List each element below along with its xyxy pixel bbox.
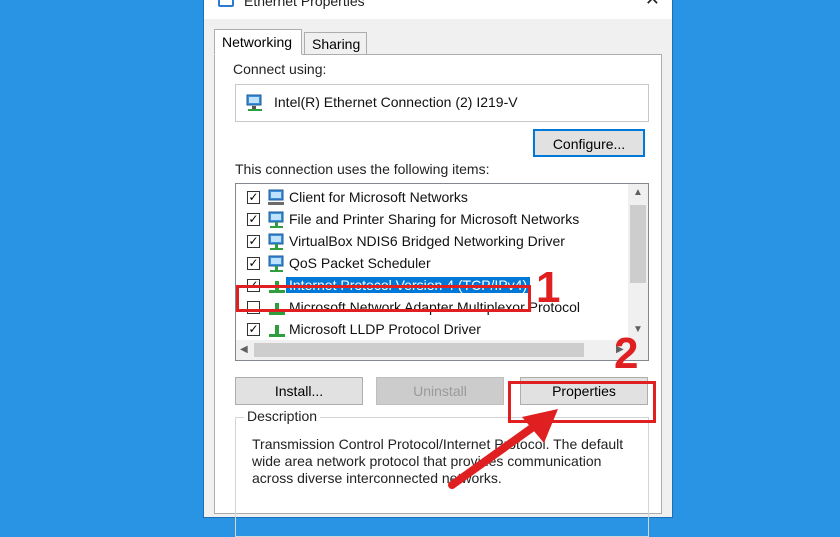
tab-sharing[interactable]: Sharing [304, 32, 367, 55]
horizontal-scrollbar[interactable]: ◀ ▶ [236, 340, 648, 360]
item-label: QoS Packet Scheduler [289, 255, 431, 271]
scroll-left-icon[interactable]: ◀ [240, 344, 248, 355]
networking-panel: Connect using: Intel(R) Ethernet Connect… [214, 54, 662, 537]
list-item[interactable]: ✓ QoS Packet Scheduler [236, 253, 628, 275]
install-button[interactable]: Install... [235, 377, 363, 405]
connect-using-label: Connect using: [233, 61, 327, 77]
item-label: Microsoft LLDP Protocol Driver [289, 321, 481, 337]
items-label: This connection uses the following items… [235, 161, 490, 177]
list-item[interactable]: ✓ VirtualBox NDIS6 Bridged Networking Dr… [236, 231, 628, 253]
tab-networking[interactable]: Networking [214, 29, 302, 55]
item-label: Client for Microsoft Networks [289, 189, 468, 205]
window-title: Ethernet Properties [244, 0, 365, 9]
list-item[interactable]: ✓ File and Printer Sharing for Microsoft… [236, 209, 628, 231]
item-checkbox[interactable]: ✓ [247, 191, 260, 204]
item-checkbox[interactable]: ✓ [247, 323, 260, 336]
network-service-icon [268, 211, 284, 228]
step-number-2: 2 [614, 329, 639, 378]
description-legend: Description [244, 408, 321, 424]
vertical-scrollbar[interactable]: ▲ ▼ [628, 184, 648, 340]
network-client-icon [268, 189, 284, 205]
network-service-icon [268, 255, 284, 272]
step-number-1: 1 [536, 263, 561, 312]
scroll-thumb[interactable] [630, 205, 646, 283]
item-checkbox[interactable]: ✓ [247, 235, 260, 248]
adapter-name: Intel(R) Ethernet Connection (2) I219-V [274, 94, 518, 110]
pointer-arrow-icon [448, 409, 558, 489]
item-checkbox[interactable]: ✓ [247, 257, 260, 270]
network-service-icon [268, 233, 284, 250]
network-icon [218, 0, 234, 7]
list-item[interactable]: ✓ Client for Microsoft Networks [236, 187, 628, 209]
scroll-up-icon[interactable]: ▲ [633, 187, 643, 198]
components-list[interactable]: ✓ Client for Microsoft Networks ✓ File a… [235, 183, 649, 361]
ethernet-properties-dialog: Ethernet Properties ✕ Networking Sharing… [203, 0, 673, 537]
item-checkbox[interactable]: ✓ [247, 213, 260, 226]
protocol-icon [269, 325, 285, 337]
list-item[interactable]: ✓ Microsoft LLDP Protocol Driver [236, 319, 628, 341]
network-adapter-icon [246, 94, 262, 111]
close-icon[interactable]: ✕ [645, 0, 660, 10]
adapter-field: Intel(R) Ethernet Connection (2) I219-V [235, 84, 649, 122]
scroll-thumb[interactable] [254, 343, 584, 357]
item-label: File and Printer Sharing for Microsoft N… [289, 211, 580, 227]
configure-button[interactable]: Configure... [533, 129, 645, 157]
highlight-box-ipv4 [236, 285, 531, 312]
title-bar: Ethernet Properties ✕ [204, 0, 672, 19]
item-label: VirtualBox NDIS6 Bridged Networking Driv… [289, 233, 565, 249]
